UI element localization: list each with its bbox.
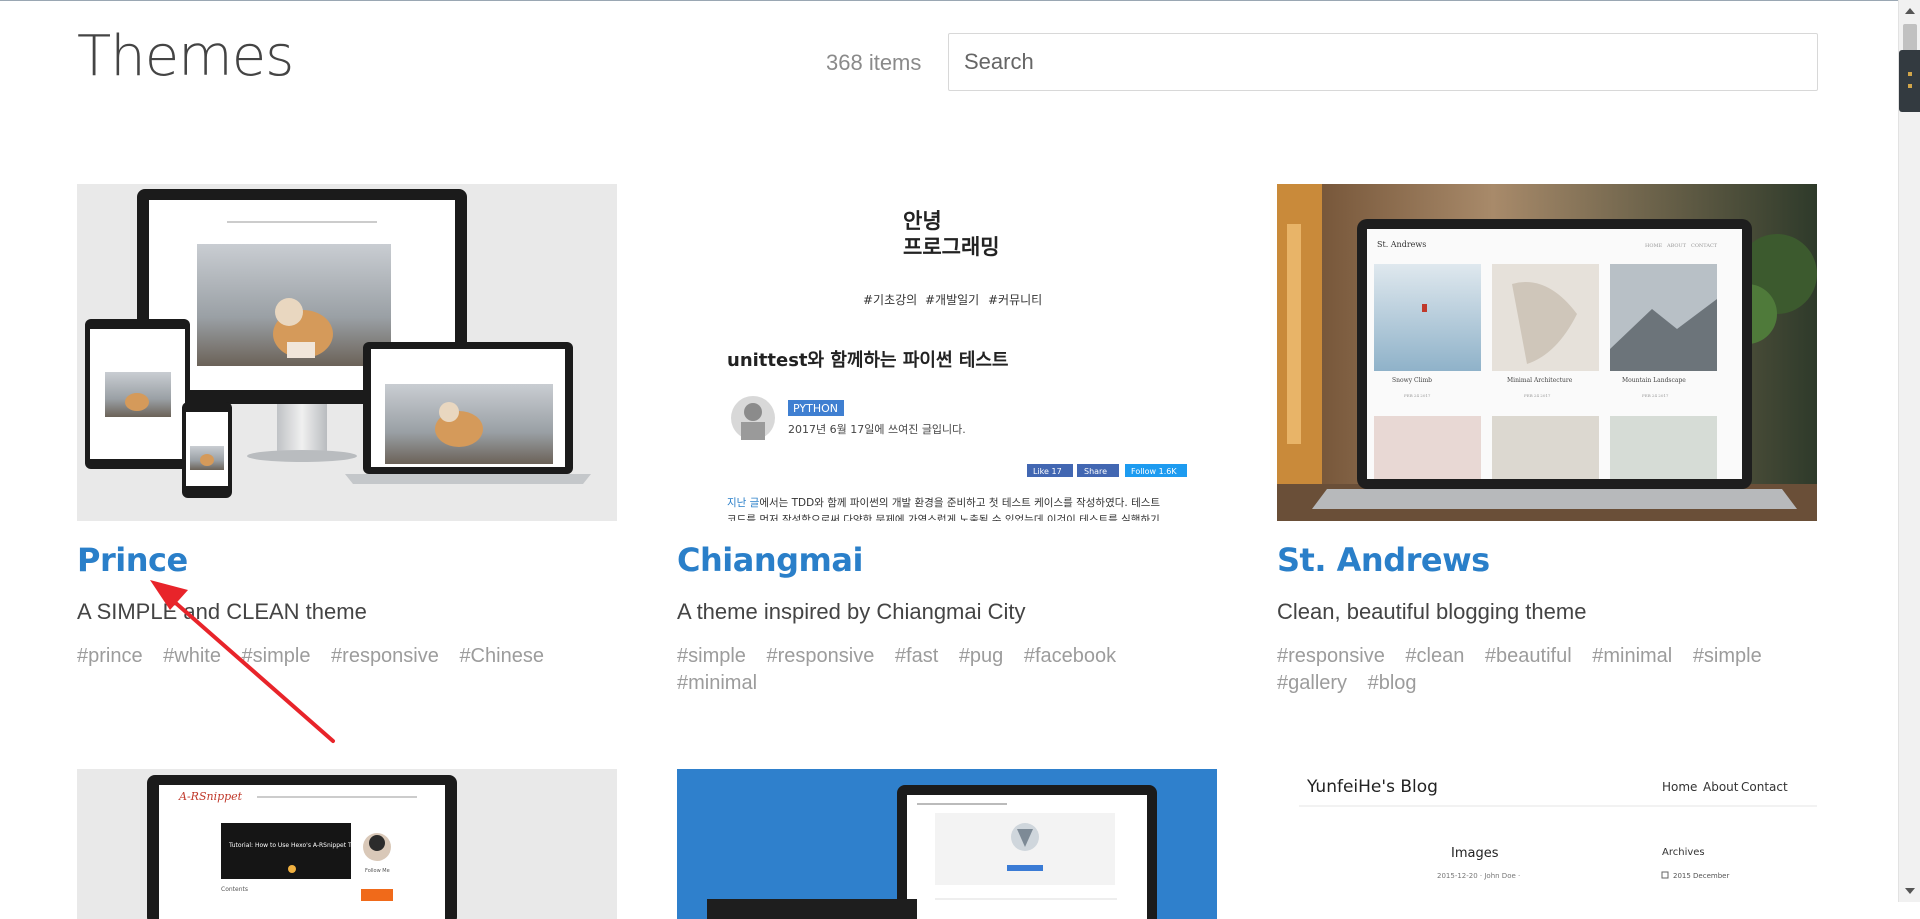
- chiangmai-hashtag-2: #개발일기: [925, 293, 979, 307]
- yunfei-post-title: Images: [1451, 846, 1499, 861]
- a-rsnippet-sidebar: Follow Me: [365, 868, 390, 874]
- tag-beautiful[interactable]: #beautiful: [1485, 643, 1572, 670]
- a-rsnippet-preview-image: A-RSnippet Tutorial: How to Use Hexo's A…: [77, 769, 617, 919]
- yunfei-preview-image: YunfeiHe's Blog Home About Contact Image…: [1277, 769, 1817, 919]
- yunfei-nav-home: Home: [1662, 780, 1697, 794]
- search-input[interactable]: [948, 33, 1818, 91]
- side-toolbar-handle[interactable]: [1899, 50, 1920, 112]
- yunfei-site-name: YunfeiHe's Blog: [1306, 777, 1438, 797]
- theme-card-yunfei: YunfeiHe's Blog Home About Contact Image…: [1277, 769, 1817, 919]
- tag-simple[interactable]: #simple: [677, 643, 746, 670]
- svg-text:지난 글에서는 TDD와 함께 파이썬의 개발 환경을 준비: 지난 글에서는 TDD와 함께 파이썬의 개발 환경을 준비하고 첫 테스트 케…: [727, 496, 1160, 509]
- yunfei-archives-title: Archives: [1662, 847, 1705, 858]
- themes-page: Themes 368 items Search Prince A SIMPLE …: [0, 0, 1898, 919]
- st-andrews-nav-home: HOME: [1645, 243, 1663, 249]
- page-title: Themes: [77, 24, 294, 89]
- yunfei-nav-contact: Contact: [1741, 780, 1788, 794]
- a-rsnippet-contents: Contents: [221, 886, 248, 893]
- theme-name-st-andrews[interactable]: St. Andrews: [1277, 541, 1817, 579]
- tag-minimal[interactable]: #minimal: [1592, 643, 1672, 670]
- theme-name-chiangmai[interactable]: Chiangmai: [677, 541, 1217, 579]
- theme-thumbnail-st-andrews[interactable]: St. Andrews HOME ABOUT CONTACT Snowy Cli…: [1277, 184, 1817, 521]
- theme-description-st-andrews: Clean, beautiful blogging theme: [1277, 599, 1587, 624]
- prince-preview-image: [77, 184, 617, 521]
- tag-responsive[interactable]: #responsive: [766, 643, 874, 670]
- st-andrews-preview-image: St. Andrews HOME ABOUT CONTACT Snowy Cli…: [1277, 184, 1817, 521]
- chiangmai-follow: Follow 1.6K: [1131, 467, 1177, 476]
- tag-simple[interactable]: #simple: [1693, 643, 1762, 670]
- tag-pug[interactable]: #pug: [959, 643, 1004, 670]
- tag-simple[interactable]: #simple: [242, 643, 311, 670]
- tag-responsive[interactable]: #responsive: [331, 643, 439, 670]
- tag-blog[interactable]: #blog: [1368, 670, 1417, 697]
- tag-facebook[interactable]: #facebook: [1024, 643, 1116, 670]
- theme-name-prince[interactable]: Prince: [77, 541, 617, 579]
- chiangmai-share: Share: [1084, 467, 1107, 476]
- chiangmai-body-link: 지난 글: [727, 497, 760, 509]
- theme-card-chiangmai: 안녕 프로그래밍 #기초강의 #개발일기 #커뮤니티 unittest와 함께하…: [677, 184, 1217, 697]
- theme-thumbnail-blue[interactable]: [677, 769, 1217, 919]
- st-andrews-post-1: Snowy Climb: [1392, 377, 1432, 384]
- scroll-down-arrow-icon[interactable]: [1905, 888, 1915, 894]
- theme-thumbnail-a-rsnippet[interactable]: A-RSnippet Tutorial: How to Use Hexo's A…: [77, 769, 617, 919]
- yunfei-nav-about: About: [1703, 780, 1739, 794]
- theme-card-st-andrews: St. Andrews HOME ABOUT CONTACT Snowy Cli…: [1277, 184, 1817, 697]
- chiangmai-body-text: 에서는 TDD와 함께 파이썬의 개발 환경을 준비하고 첫 테스트 케이스를 …: [759, 496, 1160, 509]
- st-andrews-post-2-date: FEB 24 2017: [1524, 393, 1551, 398]
- theme-card-blue: [677, 769, 1217, 919]
- theme-tags-prince: #prince #white #simple #responsive #Chin…: [77, 643, 617, 670]
- theme-thumbnail-chiangmai[interactable]: 안녕 프로그래밍 #기초강의 #개발일기 #커뮤니티 unittest와 함께하…: [677, 184, 1217, 521]
- st-andrews-post-3-date: FEB 24 2017: [1642, 393, 1669, 398]
- theme-description-chiangmai: A theme inspired by Chiangmai City: [677, 599, 1026, 624]
- chiangmai-hashtag-1: #기초강의: [863, 293, 917, 307]
- theme-thumbnail-prince[interactable]: [77, 184, 617, 521]
- theme-card-a-rsnippet: A-RSnippet Tutorial: How to Use Hexo's A…: [77, 769, 617, 919]
- a-rsnippet-logo: A-RSnippet: [178, 790, 243, 803]
- theme-description-prince: A SIMPLE and CLEAN theme: [77, 599, 367, 624]
- tag-white[interactable]: #white: [163, 643, 221, 670]
- vertical-scrollbar[interactable]: [1898, 0, 1920, 902]
- tag-chinese[interactable]: #Chinese: [459, 643, 544, 670]
- yunfei-archives-item: 2015 December: [1673, 872, 1729, 880]
- st-andrews-post-2: Minimal Architecture: [1507, 377, 1573, 384]
- scroll-up-arrow-icon[interactable]: [1905, 8, 1915, 14]
- theme-thumbnail-yunfei[interactable]: YunfeiHe's Blog Home About Contact Image…: [1277, 769, 1817, 919]
- st-andrews-site-name: St. Andrews: [1377, 240, 1426, 249]
- theme-tags-st-andrews: #responsive #clean #beautiful #minimal #…: [1277, 643, 1817, 697]
- chiangmai-post-title: unittest와 함께하는 파이썬 테스트: [727, 349, 1009, 371]
- items-count: 368 items: [826, 50, 922, 75]
- st-andrews-nav-contact: CONTACT: [1691, 243, 1718, 249]
- yunfei-post-meta: 2015-12-20 · John Doe ·: [1437, 872, 1520, 880]
- st-andrews-post-1-date: FEB 24 2017: [1404, 393, 1431, 398]
- tag-prince[interactable]: #prince: [77, 643, 143, 670]
- theme-tags-chiangmai: #simple #responsive #fast #pug #facebook…: [677, 643, 1217, 697]
- chiangmai-hashtag-3: #커뮤니티: [988, 293, 1042, 307]
- tag-fast[interactable]: #fast: [895, 643, 938, 670]
- chiangmai-body-text-2: 코드를 먼저 작성함으로써 다양한 문제에 가역스럽게 노출될 수 있었는데 이…: [727, 513, 1160, 521]
- chiangmai-headline-2: 프로그래밍: [903, 235, 1000, 259]
- scrollbar-thumb[interactable]: [1903, 24, 1917, 52]
- chiangmai-date: 2017년 6월 17일에 쓰여진 글입니다.: [788, 422, 966, 436]
- chiangmai-category: PYTHON: [793, 402, 838, 415]
- a-rsnippet-post-title: Tutorial: How to Use Hexo's A-RSnippet T…: [228, 842, 369, 849]
- blue-theme-preview-image: [677, 769, 1217, 919]
- chiangmai-preview-image: 안녕 프로그래밍 #기초강의 #개발일기 #커뮤니티 unittest와 함께하…: [677, 184, 1217, 521]
- tag-responsive[interactable]: #responsive: [1277, 643, 1385, 670]
- tag-gallery[interactable]: #gallery: [1277, 670, 1347, 697]
- st-andrews-nav-about: ABOUT: [1666, 243, 1687, 249]
- chiangmai-like: Like 17: [1033, 467, 1062, 476]
- theme-card-prince: Prince A SIMPLE and CLEAN theme #prince …: [77, 184, 617, 670]
- chiangmai-headline-1: 안녕: [903, 209, 942, 233]
- st-andrews-post-3: Mountain Landscape: [1622, 377, 1686, 384]
- tag-clean[interactable]: #clean: [1405, 643, 1464, 670]
- tag-minimal[interactable]: #minimal: [677, 670, 757, 697]
